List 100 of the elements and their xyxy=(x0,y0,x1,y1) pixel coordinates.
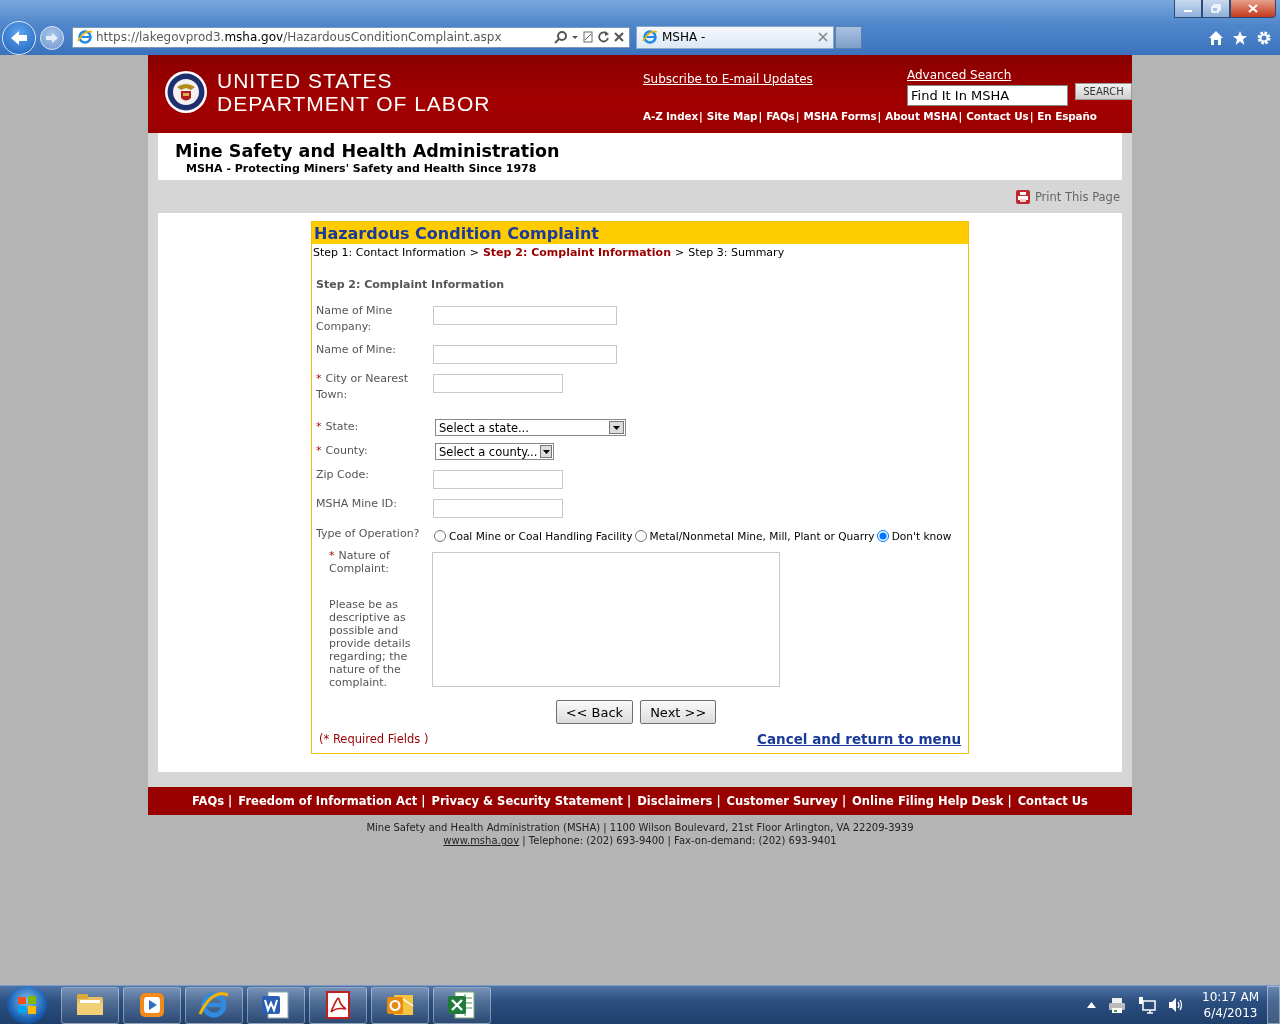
star-icon[interactable] xyxy=(1232,30,1248,46)
footer-link[interactable]: FAQs xyxy=(192,794,225,808)
field-label: * State: xyxy=(316,419,360,435)
back-arrow-icon xyxy=(9,29,29,47)
field-label: Name of Mine: xyxy=(316,342,398,358)
radio-label: Coal Mine or Coal Handling Facility xyxy=(449,529,633,542)
settings-icon[interactable] xyxy=(1256,30,1272,46)
nav-link[interactable]: MSHA Forms xyxy=(803,110,877,122)
nav-link[interactable]: Contact Us xyxy=(966,110,1029,122)
field-label: * City or Nearest Town: xyxy=(316,371,410,403)
printer-icon[interactable] xyxy=(1108,997,1127,1013)
nav-separator: | xyxy=(699,110,703,122)
nav-separator: | xyxy=(1029,110,1034,122)
next-button[interactable]: Next >> xyxy=(640,700,717,724)
close-button[interactable] xyxy=(1230,0,1276,18)
step-label: Step 3: Summary xyxy=(688,246,785,259)
required-note: (* Required Fields ) xyxy=(319,732,429,746)
close-icon[interactable] xyxy=(818,32,828,42)
minimize-button[interactable] xyxy=(1174,0,1202,18)
radio-button[interactable] xyxy=(634,529,647,542)
caret-icon xyxy=(613,425,620,430)
complaint-field[interactable] xyxy=(432,552,780,687)
print-link[interactable]: Print This Page xyxy=(1015,189,1120,204)
refresh-icon[interactable] xyxy=(597,30,610,44)
help-text: Please be as descriptive as possible and provide details regarding; the nature of the complaint. xyxy=(329,598,412,689)
nav-link[interactable]: FAQs xyxy=(766,110,795,122)
ie-icon xyxy=(77,29,93,45)
compatibility-icon[interactable] xyxy=(582,30,594,44)
agency-title: Mine Safety and Health Administration xyxy=(175,141,560,161)
search-icon[interactable] xyxy=(554,30,568,44)
address-text: Mine Safety and Health Administration (MSHA) | 1100 Wilson Boulevard, 21st Floor Arlington, VA 22209-3939 xyxy=(366,822,914,833)
restore-button[interactable] xyxy=(1202,0,1230,18)
footer-link[interactable]: Customer Survey xyxy=(726,794,838,808)
show-desktop-button[interactable] xyxy=(1267,986,1280,1024)
taskbar-app-button[interactable] xyxy=(371,986,429,1024)
step-separator: > xyxy=(675,246,685,259)
field-label: MSHA Mine ID: xyxy=(316,496,398,512)
radio-button[interactable] xyxy=(434,529,446,542)
footer-link[interactable]: Contact Us xyxy=(1017,794,1088,808)
step-label: Step 2: Complaint Information xyxy=(482,246,671,259)
text-field[interactable] xyxy=(433,470,563,489)
nav-link[interactable]: Site Map xyxy=(706,110,758,122)
footer-link[interactable]: Privacy & Security Statement xyxy=(431,794,624,808)
start-button[interactable] xyxy=(7,986,47,1024)
word-document-icon xyxy=(260,989,292,1021)
dropdown[interactable]: Select a state... xyxy=(435,419,626,436)
stop-icon[interactable] xyxy=(613,30,625,44)
browser-tab[interactable]: MSHA - xyxy=(636,25,834,49)
footer-separator: | xyxy=(841,794,847,808)
agency-name: UNITED STATES xyxy=(217,69,394,92)
footer-link[interactable]: Freedom of Information Act xyxy=(238,794,418,808)
advanced-search-link[interactable]: Advanced Search xyxy=(907,68,1132,83)
taskbar-app-button[interactable] xyxy=(123,986,181,1024)
taskbar-app-button[interactable] xyxy=(247,986,305,1024)
nav-link[interactable]: A-Z Index xyxy=(643,110,699,122)
cancel-link[interactable]: Cancel and return to menu xyxy=(757,731,961,747)
subscribe-link[interactable]: Subscribe to E-mail Updates xyxy=(643,72,813,86)
nav-separator: | xyxy=(958,110,963,122)
address-field[interactable]: https://lakegovprod3.msha.gov/HazardousConditionComplaint.aspx xyxy=(72,26,630,48)
footer-separator: | xyxy=(627,794,632,808)
taskbar-app-button[interactable] xyxy=(61,986,119,1024)
clock-date: 6/4/2013 xyxy=(1203,1005,1258,1021)
dropdown[interactable]: Select a county... xyxy=(435,443,554,460)
back-button[interactable]: << Back xyxy=(555,700,634,724)
field-label: Name of Mine Company: xyxy=(316,303,394,335)
contact-text: | Telephone: (202) 693-9400 | Fax-on-demand: (202) 693-9401 xyxy=(522,835,837,846)
back-button[interactable] xyxy=(2,21,36,55)
forward-button[interactable] xyxy=(40,26,64,50)
printer-icon xyxy=(1015,189,1030,204)
spreadsheet-icon xyxy=(446,989,478,1021)
website-link[interactable]: www.msha.gov xyxy=(443,835,520,846)
up-arrow-icon[interactable] xyxy=(1087,1002,1097,1008)
caret-icon xyxy=(542,449,550,454)
taskbar-app-button[interactable] xyxy=(185,986,243,1024)
footer-link[interactable]: Disclaimers xyxy=(637,794,713,808)
ie-icon xyxy=(642,29,658,45)
restore-icon xyxy=(1211,4,1221,13)
radio-button[interactable] xyxy=(876,529,889,542)
text-field[interactable] xyxy=(433,374,563,393)
text-field[interactable] xyxy=(433,345,617,364)
nav-separator: | xyxy=(758,110,763,122)
footer-link[interactable]: Online Filing Help Desk xyxy=(852,794,1004,808)
volume-icon[interactable] xyxy=(1168,997,1185,1013)
search-button[interactable]: SEARCH xyxy=(1075,83,1132,100)
agency-tagline: MSHA - Protecting Miners' Safety and Health Since 1978 xyxy=(185,161,537,176)
text-field[interactable] xyxy=(433,306,617,325)
text-field[interactable] xyxy=(433,499,563,518)
nav-separator: | xyxy=(795,110,800,122)
seal-icon xyxy=(164,70,208,114)
footer-separator: | xyxy=(421,794,426,808)
footer-separator: | xyxy=(228,794,233,808)
home-icon[interactable] xyxy=(1208,30,1224,46)
taskbar-app-button[interactable] xyxy=(309,986,367,1024)
network-icon[interactable] xyxy=(1138,996,1157,1014)
search-field[interactable]: Find It In MSHA xyxy=(907,85,1068,106)
nav-link[interactable]: About MSHA xyxy=(885,110,958,122)
address-text: https://lakegovprod3.msha.gov/HazardousConditionComplaint.aspx xyxy=(96,30,503,44)
taskbar-app-button[interactable] xyxy=(433,986,491,1024)
nav-link[interactable]: En Españo xyxy=(1037,110,1097,122)
field-label: * County: xyxy=(316,443,369,459)
